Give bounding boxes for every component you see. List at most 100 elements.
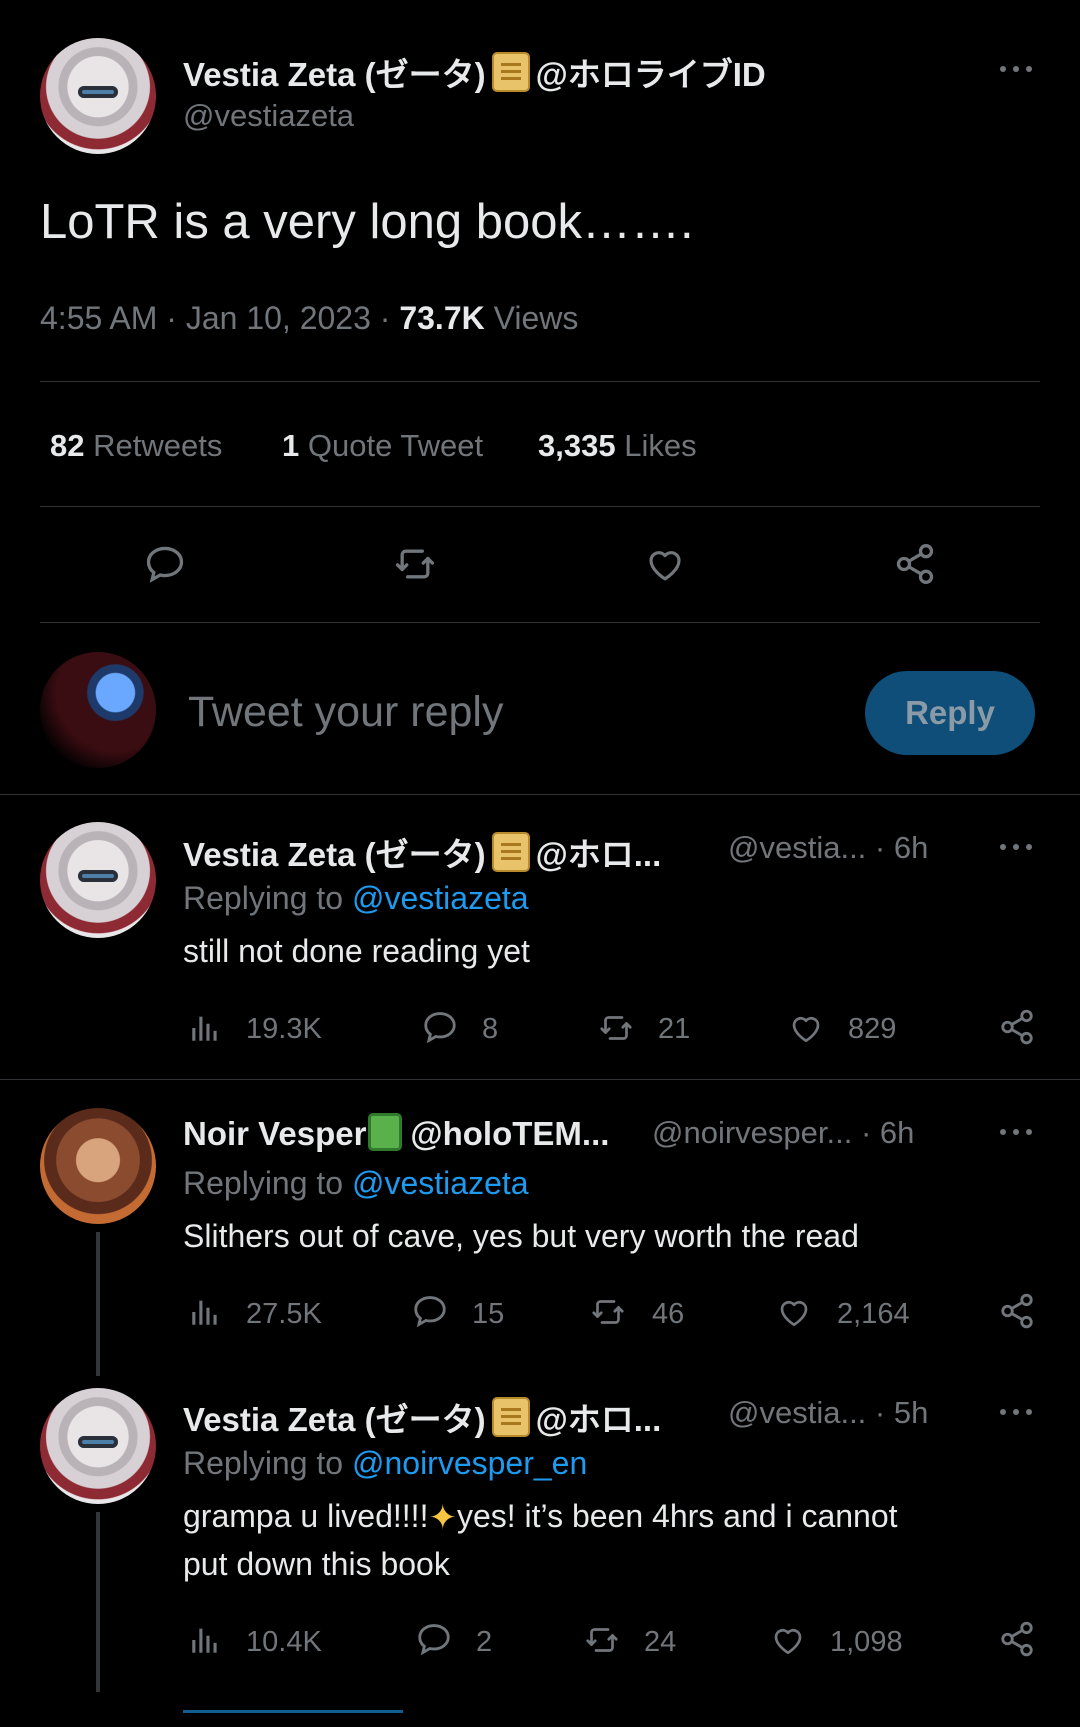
- replying-prefix: Replying to: [183, 1445, 344, 1481]
- reply-avatar[interactable]: [40, 1108, 156, 1224]
- scroll-emoji-icon: [491, 832, 530, 872]
- likes-label: Likes: [624, 428, 697, 463]
- reply-avatar[interactable]: [40, 1388, 156, 1504]
- reply-time[interactable]: 5h: [894, 1395, 928, 1430]
- author-name[interactable]: Vestia Zeta (ゼータ) @ホロライブID: [183, 48, 766, 96]
- affiliation: @ホロ...: [535, 836, 662, 873]
- divider: [0, 1079, 1080, 1080]
- replying-to: Replying to @noirvesper_en: [183, 1445, 587, 1482]
- reply-text: grampa u lived!!!!✦yes! it’s been 4hrs a…: [183, 1498, 898, 1538]
- replying-to-link[interactable]: @vestiazeta: [352, 880, 529, 916]
- more-options-icon[interactable]: [1000, 1407, 1040, 1417]
- display-name: Noir Vesper: [183, 1115, 367, 1152]
- more-options-icon[interactable]: [1000, 64, 1040, 74]
- quotes-stat[interactable]: 1 Quote Tweet: [282, 428, 483, 464]
- replying-to-link[interactable]: @vestiazeta: [352, 1165, 529, 1201]
- book-emoji-icon: [368, 1113, 403, 1151]
- views-count: 10.4K: [246, 1626, 322, 1658]
- tweet-meta: 4:55 AM · Jan 10, 2023 · 73.7K Views: [40, 300, 579, 336]
- author-avatar[interactable]: [40, 38, 156, 154]
- retweet-icon[interactable]: [390, 542, 440, 586]
- reply-button[interactable]: Reply: [865, 671, 1035, 755]
- sparkles-icon: ✦: [428, 1499, 457, 1537]
- reply-author-name[interactable]: Noir Vesper @holoTEM...: [183, 1113, 609, 1153]
- reply-icon[interactable]: [414, 1620, 454, 1658]
- like-icon[interactable]: [642, 543, 688, 585]
- views-icon[interactable]: [188, 1622, 222, 1658]
- reply-icon[interactable]: [142, 542, 188, 586]
- likes-count: 1,098: [830, 1626, 903, 1658]
- replies-count: 2: [476, 1626, 493, 1658]
- tweet-date[interactable]: Jan 10, 2023: [186, 300, 371, 336]
- retweet-icon[interactable]: [586, 1294, 630, 1330]
- reply-handle[interactable]: @noirvesper...: [652, 1115, 852, 1150]
- replying-to-link[interactable]: @noirvesper_en: [352, 1445, 587, 1481]
- retweet-icon[interactable]: [580, 1622, 624, 1658]
- replying-prefix: Replying to: [183, 880, 344, 916]
- replies-count: 15: [472, 1298, 505, 1330]
- more-options-icon[interactable]: [1000, 1127, 1040, 1137]
- retweets-count: 46: [652, 1298, 685, 1330]
- reply-handle[interactable]: @vestia...: [728, 1395, 866, 1430]
- share-icon[interactable]: [998, 1292, 1036, 1330]
- tweet-time[interactable]: 4:55 AM: [40, 300, 157, 336]
- likes-stat[interactable]: 3,335 Likes: [538, 428, 697, 464]
- retweets-count: 82: [50, 428, 85, 463]
- reply-text: still not done reading yet: [183, 933, 530, 969]
- display-name: Vestia Zeta (ゼータ): [183, 1401, 486, 1438]
- scroll-emoji-icon: [491, 52, 530, 92]
- share-icon[interactable]: [892, 542, 938, 586]
- scroll-emoji-icon: [491, 1397, 530, 1437]
- retweet-icon[interactable]: [594, 1010, 638, 1046]
- like-icon[interactable]: [774, 1294, 814, 1330]
- retweets-count: 21: [658, 1013, 691, 1045]
- author-handle[interactable]: @vestiazeta: [183, 98, 354, 134]
- replying-to: Replying to @vestiazeta: [183, 1165, 529, 1202]
- reply-time[interactable]: 6h: [894, 830, 928, 865]
- replies-count: 8: [482, 1013, 499, 1045]
- reply-avatar[interactable]: [40, 822, 156, 938]
- reply-time[interactable]: 6h: [880, 1115, 914, 1150]
- thread-line: [96, 1232, 100, 1376]
- likes-count: 829: [848, 1013, 897, 1045]
- divider: [0, 794, 1080, 795]
- likes-count: 3,335: [538, 428, 616, 463]
- replying-prefix: Replying to: [183, 1165, 344, 1201]
- retweets-stat[interactable]: 82 Retweets: [50, 428, 222, 464]
- current-user-avatar[interactable]: [40, 652, 156, 768]
- share-icon[interactable]: [998, 1008, 1036, 1046]
- affiliation: @ホロ...: [535, 1401, 662, 1438]
- like-icon[interactable]: [786, 1010, 826, 1046]
- views-count: 19.3K: [246, 1013, 322, 1045]
- reply-composer-input[interactable]: Tweet your reply: [188, 688, 503, 737]
- show-replies-link-cutoff[interactable]: [183, 1710, 403, 1727]
- divider: [40, 381, 1040, 382]
- reply-icon[interactable]: [410, 1292, 450, 1330]
- reply-text-line2: put down this book: [183, 1546, 450, 1582]
- reply-text-part2: yes! it’s been 4hrs and i cannot: [456, 1498, 898, 1534]
- reply-handle-time: @noirvesper... · 6h: [652, 1115, 915, 1150]
- thread-line: [96, 1512, 100, 1692]
- quotes-count: 1: [282, 428, 300, 463]
- retweets-label: Retweets: [93, 428, 223, 463]
- affiliation: @ホロライブID: [535, 56, 766, 93]
- reply-author-name[interactable]: Vestia Zeta (ゼータ) @ホロ...: [183, 828, 661, 876]
- share-icon[interactable]: [998, 1620, 1036, 1658]
- divider: [40, 506, 1040, 507]
- likes-count: 2,164: [837, 1298, 910, 1330]
- reply-handle-time: @vestia... · 5h: [728, 1395, 929, 1430]
- views-icon[interactable]: [188, 1010, 222, 1046]
- display-name: Vestia Zeta (ゼータ): [183, 836, 486, 873]
- replying-to: Replying to @vestiazeta: [183, 880, 529, 917]
- more-options-icon[interactable]: [1000, 842, 1040, 852]
- reply-icon[interactable]: [420, 1008, 460, 1046]
- views-count: 27.5K: [246, 1298, 322, 1330]
- reply-handle[interactable]: @vestia...: [728, 830, 866, 865]
- like-icon[interactable]: [768, 1622, 808, 1658]
- reply-author-name[interactable]: Vestia Zeta (ゼータ) @ホロ...: [183, 1393, 661, 1441]
- quotes-label: Quote Tweet: [307, 428, 484, 463]
- views-label: Views: [493, 300, 579, 336]
- reply-text: Slithers out of cave, yes but very worth…: [183, 1218, 859, 1254]
- reply-handle-time: @vestia... · 6h: [728, 830, 929, 865]
- views-icon[interactable]: [188, 1294, 222, 1330]
